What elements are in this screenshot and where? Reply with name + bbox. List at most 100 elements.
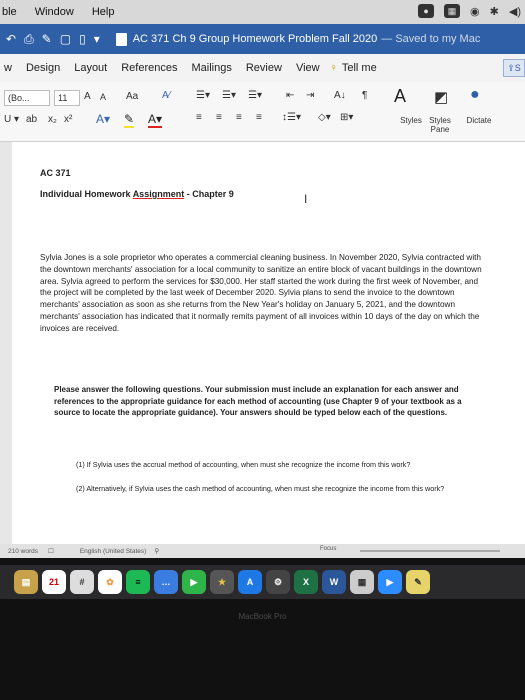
question-1: (1) If Sylvia uses the accrual method of… bbox=[76, 460, 411, 469]
underline-icon[interactable]: U ▾ bbox=[4, 114, 19, 125]
strikethrough-icon[interactable]: ab bbox=[26, 114, 37, 125]
justify-icon[interactable]: ≡ bbox=[256, 112, 262, 123]
line-spacing-icon[interactable]: ↕☰▾ bbox=[282, 112, 301, 123]
highlight-color-icon[interactable]: ✎ bbox=[124, 112, 135, 128]
superscript-icon[interactable]: x² bbox=[64, 114, 72, 125]
numbering-icon[interactable]: ☰▾ bbox=[222, 90, 236, 101]
menu-help[interactable]: Help bbox=[92, 6, 115, 18]
save-icon[interactable]: ✎ bbox=[42, 32, 52, 47]
photos-app-icon[interactable]: ✿ bbox=[98, 570, 122, 594]
record-icon[interactable]: ● bbox=[418, 4, 435, 18]
heading-prefix: Individual Homework bbox=[40, 189, 133, 199]
styles-pane-button[interactable]: Styles Pane bbox=[426, 116, 454, 134]
focus-button[interactable]: Focus bbox=[320, 546, 336, 552]
shading-icon[interactable]: ◇▾ bbox=[318, 112, 331, 123]
launchpad-app-icon[interactable]: ★ bbox=[210, 570, 234, 594]
facetime-app-icon[interactable]: ▶ bbox=[182, 570, 206, 594]
align-left-icon[interactable]: ≡ bbox=[196, 112, 202, 123]
print-icon[interactable]: ⎙ bbox=[24, 32, 34, 47]
instructions-paragraph: Please answer the following questions. Y… bbox=[54, 385, 462, 417]
multilevel-list-icon[interactable]: ☰▾ bbox=[248, 90, 262, 101]
tab-references[interactable]: References bbox=[121, 62, 177, 74]
word-app-icon[interactable]: W bbox=[322, 570, 346, 594]
font-color-icon[interactable]: A▾ bbox=[148, 112, 163, 128]
document-icon bbox=[115, 32, 127, 46]
home-ribbon: (Bo... 11 A A Aa A⁄ ☰▾ ☰▾ ☰▾ ⇤ ⇥ A↓ ¶ U … bbox=[0, 82, 525, 142]
calendar-app-icon[interactable]: 21 bbox=[42, 570, 66, 594]
tell-me-search[interactable]: Tell me bbox=[342, 62, 377, 74]
document-title: AC 371 Ch 9 Group Homework Problem Fall … bbox=[132, 33, 378, 45]
dictate-icon[interactable]: ● bbox=[470, 86, 480, 104]
scenario-paragraph: Sylvia Jones is a sole proprietor who op… bbox=[40, 253, 482, 333]
preview-app-icon[interactable]: ▦ bbox=[350, 570, 374, 594]
text-effects-icon[interactable]: A▾ bbox=[96, 112, 110, 126]
bullets-icon[interactable]: ☰▾ bbox=[196, 90, 210, 101]
slack-app-icon[interactable]: # bbox=[70, 570, 94, 594]
heading-underlined-word: Assignment bbox=[132, 189, 185, 199]
ribbon-tabs: w Design Layout References Mailings Revi… bbox=[0, 54, 525, 82]
show-marks-icon[interactable]: ¶ bbox=[362, 90, 367, 101]
undo-icon[interactable]: ↶ bbox=[6, 32, 16, 47]
question-2: (2) Alternatively, if Sylvia uses the ca… bbox=[76, 484, 445, 493]
spotify-app-icon[interactable]: ≡ bbox=[126, 570, 150, 594]
excel-app-icon[interactable]: X bbox=[294, 570, 318, 594]
window-icon[interactable]: ▢ bbox=[60, 32, 71, 47]
heading-suffix: - Chapter 9 bbox=[184, 189, 234, 199]
macos-dock: ▤ 21 # ✿ ≡ … ▶ ★ A ⚙ X W ▦ ▶ ✎ bbox=[0, 565, 525, 599]
word-title-bar: ↶ ⎙ ✎ ▢ ▯ ▾ AC 371 Ch 9 Group Homework P… bbox=[0, 24, 525, 54]
font-name-select[interactable]: (Bo... bbox=[4, 90, 50, 106]
share-button[interactable]: ⇪S bbox=[503, 59, 525, 77]
menu-window[interactable]: Window bbox=[35, 6, 74, 18]
font-size-select[interactable]: 11 bbox=[54, 90, 80, 106]
borders-icon[interactable]: ⊞▾ bbox=[340, 112, 353, 123]
increase-indent-icon[interactable]: ⇥ bbox=[306, 90, 314, 101]
align-right-icon[interactable]: ≡ bbox=[236, 112, 242, 123]
save-status: — Saved to my Mac bbox=[381, 33, 481, 45]
zoom-slider[interactable] bbox=[360, 550, 500, 552]
language-label[interactable]: English (United States) bbox=[80, 548, 146, 555]
zoom-app-icon[interactable]: ▶ bbox=[378, 570, 402, 594]
tab-mailings[interactable]: Mailings bbox=[192, 62, 232, 74]
app-store-icon[interactable]: A bbox=[238, 570, 262, 594]
system-preferences-icon[interactable]: ⚙ bbox=[266, 570, 290, 594]
bluetooth-icon[interactable]: ✱ bbox=[490, 5, 499, 18]
customize-chevron-icon[interactable]: ▾ bbox=[94, 32, 100, 47]
status-bar: 210 words ☐ English (United States) ⚲ Fo… bbox=[0, 544, 525, 558]
accessibility-icon[interactable]: ⚲ bbox=[154, 547, 159, 555]
assignment-heading: Individual Homework Assignment - Chapter… bbox=[40, 189, 234, 199]
grow-font-button[interactable]: A bbox=[84, 91, 91, 102]
lightbulb-icon: ♀ bbox=[329, 62, 338, 74]
tab-layout[interactable]: Layout bbox=[74, 62, 107, 74]
keyboard-icon[interactable]: ▦ bbox=[444, 4, 461, 18]
new-doc-icon[interactable]: ▯ bbox=[79, 32, 86, 47]
menu-table[interactable]: ble bbox=[2, 6, 17, 18]
shrink-font-button[interactable]: A bbox=[100, 92, 106, 102]
styles-button[interactable]: Styles bbox=[396, 116, 426, 125]
messages-app-icon[interactable]: … bbox=[154, 570, 178, 594]
course-code: AC 371 bbox=[40, 168, 71, 178]
sort-icon[interactable]: A↓ bbox=[334, 90, 346, 101]
laptop-brand-label: MacBook Pro bbox=[238, 612, 287, 621]
word-count[interactable]: 210 words bbox=[8, 548, 38, 555]
align-center-icon[interactable]: ≡ bbox=[216, 112, 222, 123]
notes-app-icon[interactable]: ▤ bbox=[14, 570, 38, 594]
styles-pane-icon[interactable]: ◩ bbox=[434, 88, 448, 106]
text-cursor-icon: I bbox=[304, 192, 308, 206]
wifi-icon[interactable]: ◉ bbox=[470, 5, 480, 18]
clear-formatting-icon[interactable]: A⁄ bbox=[162, 90, 170, 101]
dictate-button[interactable]: Dictate bbox=[462, 116, 496, 125]
styles-gallery-icon[interactable]: A bbox=[394, 86, 406, 107]
proofing-icon[interactable]: ☐ bbox=[48, 547, 54, 555]
status-icons: ● ▦ ◉ ✱ ◀) bbox=[418, 4, 521, 18]
stickies-app-icon[interactable]: ✎ bbox=[406, 570, 430, 594]
decrease-indent-icon[interactable]: ⇤ bbox=[286, 90, 294, 101]
document-page[interactable]: AC 371 Individual Homework Assignment - … bbox=[12, 142, 525, 544]
macos-menu-bar: ble Window Help ● ▦ ◉ ✱ ◀) bbox=[0, 0, 525, 24]
tab-design[interactable]: Design bbox=[26, 62, 60, 74]
tab-draw[interactable]: w bbox=[4, 62, 12, 74]
tab-view[interactable]: View bbox=[296, 62, 320, 74]
volume-icon[interactable]: ◀) bbox=[509, 5, 521, 18]
subscript-icon[interactable]: x₂ bbox=[48, 114, 57, 125]
change-case-button[interactable]: Aa bbox=[126, 91, 138, 102]
tab-review[interactable]: Review bbox=[246, 62, 282, 74]
